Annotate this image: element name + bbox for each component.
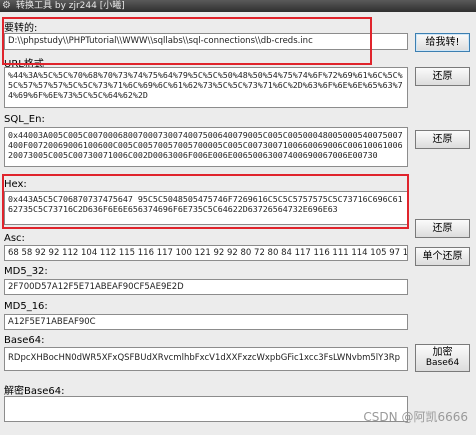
base64-encode-button[interactable]: 加密 Base64	[415, 344, 470, 372]
hex-restore-button[interactable]: 还原	[415, 219, 470, 238]
asc-single-restore-button[interactable]: 单个还原	[415, 247, 470, 266]
base64-encode-button-line1: 加密	[432, 347, 453, 358]
app-icon: ⚙	[2, 0, 11, 11]
base64-encode-button-line2: Base64	[425, 358, 460, 368]
asc-label: Asc:	[4, 233, 25, 244]
sql-en-restore-button[interactable]: 还原	[415, 130, 470, 149]
md5-16-label: MD5_16:	[4, 301, 48, 312]
input-field[interactable]: D:\\phpstudy\\PHPTutorial\\WWW\\sqllabs\…	[4, 33, 408, 50]
input-label: 要转的:	[4, 23, 38, 34]
decode-base64-field[interactable]	[4, 396, 408, 422]
md5-32-label: MD5_32:	[4, 266, 48, 277]
window-title: 转换工具 by zjr244 [小曦]	[16, 1, 125, 11]
base64-output-field[interactable]: RDpcXHBocHN0dWR5XFxQSFBUdXRvcmlhbFxcV1dX…	[4, 347, 408, 371]
md5-16-output-field[interactable]: A12F5E71ABEAF90C	[4, 314, 408, 330]
sql-en-output-field[interactable]: 0x44003A005C005C007000680070007300740075…	[4, 127, 408, 167]
hex-label: Hex:	[4, 179, 27, 190]
hex-output-field[interactable]: 0x443A5C5C706870737475647 95C5C504850547…	[4, 191, 408, 225]
decode-base64-label: 解密Base64:	[4, 386, 65, 397]
asc-output-field[interactable]: 68 58 92 92 112 104 112 115 116 117 100 …	[4, 245, 408, 261]
url-restore-button[interactable]: 还原	[415, 67, 470, 86]
convert-button[interactable]: 给我转!	[415, 33, 470, 52]
url-output-field[interactable]: %44%3A%5C%5C%70%68%70%73%74%75%64%79%5C%…	[4, 67, 408, 108]
title-bar: ⚙ 转换工具 by zjr244 [小曦]	[0, 0, 476, 12]
sql-en-label: SQL_En:	[4, 114, 45, 125]
md5-32-output-field[interactable]: 2F700D57A12F5E71ABEAF90CF5AE9E2D	[4, 279, 408, 295]
base64-label: Base64:	[4, 335, 45, 346]
csdn-watermark: CSDN @阿凯6666	[363, 410, 468, 424]
